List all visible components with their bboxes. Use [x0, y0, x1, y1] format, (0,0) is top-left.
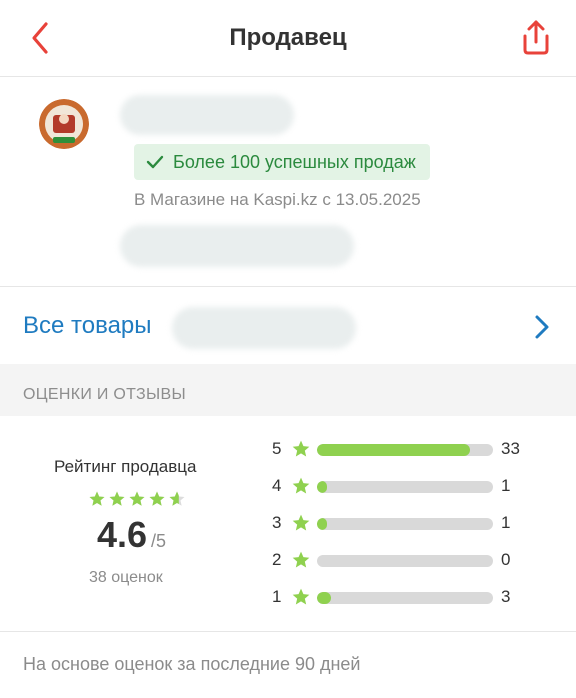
- rating-bar: [317, 518, 493, 530]
- rating-row: 3 1: [272, 511, 552, 535]
- all-goods-name-hidden: [172, 307, 356, 349]
- success-sales-badge: Более 100 успешных продаж: [134, 144, 430, 180]
- rating-block[interactable]: Рейтинг продавца 4.6 /5 38 оценок 5 33 4…: [0, 417, 576, 632]
- star-icon: [89, 491, 105, 506]
- check-icon: [146, 155, 164, 169]
- seller-name-hidden: [120, 95, 294, 135]
- rating-bar: [317, 592, 493, 604]
- star-icon: [169, 491, 185, 506]
- rating-period-note: На основе оценок за последние 90 дней: [23, 654, 361, 674]
- top-bar: Продавец: [0, 0, 576, 77]
- rating-row: 1 3: [272, 585, 552, 609]
- star-icon: [129, 491, 145, 506]
- rating-score: 4.6: [97, 514, 148, 555]
- badge-text: Более 100 успешных продаж: [173, 151, 416, 172]
- star-icon: [291, 550, 311, 575]
- rating-row-count: 1: [501, 513, 511, 532]
- rating-row-count: 33: [501, 439, 520, 458]
- rating-bar-fill: [317, 592, 331, 604]
- rating-row-stars: 5: [272, 439, 282, 458]
- reviews-section-header: ОЦЕНКИ И ОТЗЫВЫ: [0, 364, 576, 416]
- seller-card: Более 100 успешных продаж В Магазине на …: [0, 77, 576, 287]
- section-title: ОЦЕНКИ И ОТЗЫВЫ: [23, 386, 186, 403]
- all-goods-link[interactable]: Все товары: [0, 287, 576, 363]
- share-icon: [523, 20, 549, 55]
- rating-row-stars: 1: [272, 587, 282, 606]
- rating-bar: [317, 444, 493, 456]
- star-icon: [291, 587, 311, 612]
- chevron-right-icon: [535, 315, 549, 339]
- rating-row-stars: 4: [272, 476, 282, 495]
- rating-bar: [317, 481, 493, 493]
- seller-avatar: [39, 99, 89, 149]
- share-button[interactable]: [518, 18, 554, 56]
- rating-count: 38 оценок: [89, 569, 163, 586]
- rating-bar-fill: [317, 481, 327, 493]
- rating-row: 5 33: [272, 437, 552, 461]
- rating-row-stars: 3: [272, 513, 282, 532]
- seller-since: В Магазине на Kaspi.kz с 13.05.2025: [134, 190, 421, 209]
- star-icon: [291, 476, 311, 501]
- star-icon: [149, 491, 165, 506]
- rating-row-count: 0: [501, 550, 511, 569]
- rating-bar: [317, 555, 493, 567]
- rating-row-stars: 2: [272, 550, 282, 569]
- seller-detail-hidden: [120, 225, 354, 267]
- rating-bar-fill: [317, 444, 470, 456]
- page-title: Продавец: [229, 24, 347, 51]
- rating-row: 2 0: [272, 548, 552, 572]
- rating-max: /5: [151, 531, 167, 551]
- rating-row: 4 1: [272, 474, 552, 498]
- rating-row-count: 1: [501, 476, 511, 495]
- star-icon: [291, 513, 311, 538]
- rating-bar-fill: [317, 518, 327, 530]
- star-icon: [109, 491, 125, 506]
- rating-stars: [88, 490, 186, 508]
- star-icon: [291, 439, 311, 464]
- rating-row-count: 3: [501, 587, 511, 606]
- rating-title: Рейтинг продавца: [54, 457, 197, 476]
- all-goods-label: Все товары: [23, 312, 152, 339]
